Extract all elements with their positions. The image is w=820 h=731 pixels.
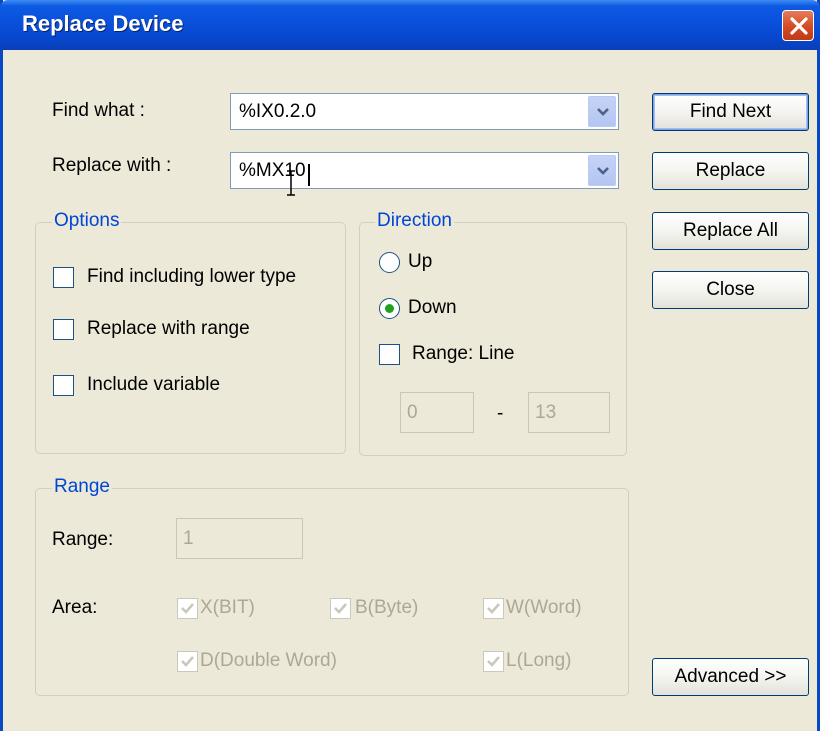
range-value: 1: [183, 528, 194, 549]
close-button[interactable]: Close: [652, 271, 809, 309]
line-to-value: 13: [535, 402, 557, 423]
range-line-checkbox[interactable]: [379, 344, 400, 365]
area-l-long-label: L(Long): [506, 650, 572, 671]
text-caret: [308, 164, 310, 186]
area-label: Area:: [52, 597, 98, 618]
area-l-long-checkbox[interactable]: [483, 651, 504, 672]
direction-up-label: Up: [408, 251, 433, 272]
direction-down-label: Down: [408, 297, 457, 318]
find-next-button[interactable]: Find Next: [652, 93, 809, 131]
close-icon: [790, 17, 808, 35]
replace-button[interactable]: Replace: [652, 152, 809, 190]
line-from-value: 0: [407, 402, 418, 423]
dialog-title: Replace Device: [22, 11, 184, 36]
find-including-lower-type-checkbox[interactable]: [53, 267, 74, 288]
replace-with-dropdown-button[interactable]: [588, 155, 616, 186]
radio-selected-dot: [385, 304, 394, 313]
line-from-input[interactable]: 0: [400, 392, 474, 433]
area-x-bit-checkbox[interactable]: [177, 598, 198, 619]
direction-group-title: Direction: [375, 210, 454, 232]
checkmark-icon: [181, 656, 194, 667]
area-w-word-checkbox[interactable]: [483, 598, 504, 619]
find-what-combo[interactable]: %IX0.2.0: [230, 93, 619, 130]
line-to-input[interactable]: 13: [528, 392, 610, 433]
replace-with-range-checkbox[interactable]: [53, 319, 74, 340]
include-variable-label: Include variable: [87, 374, 221, 395]
replace-all-button[interactable]: Replace All: [652, 212, 809, 250]
direction-down-radio[interactable]: [379, 298, 400, 319]
checkmark-icon: [487, 603, 500, 614]
area-b-byte-checkbox[interactable]: [330, 598, 351, 619]
range-label: Range:: [52, 529, 114, 550]
direction-up-radio[interactable]: [379, 252, 400, 273]
options-group-title: Options: [52, 210, 122, 232]
advanced-button[interactable]: Advanced >>: [652, 658, 809, 696]
find-what-dropdown-button[interactable]: [588, 96, 616, 127]
range-group-title: Range: [52, 476, 112, 498]
find-including-lower-type-label: Find including lower type: [87, 266, 297, 287]
checkmark-icon: [181, 603, 194, 614]
close-window-button[interactable]: [782, 10, 814, 41]
range-line-label: Range: Line: [412, 343, 515, 364]
range-value-input[interactable]: 1: [176, 518, 303, 559]
replace-with-label: Replace with :: [52, 155, 172, 176]
ibeam-cursor-icon: [287, 170, 295, 196]
line-range-separator: -: [497, 403, 504, 424]
area-d-double-word-checkbox[interactable]: [177, 651, 198, 672]
checkmark-icon: [487, 656, 500, 667]
area-d-double-word-label: D(Double Word): [200, 650, 337, 671]
area-w-word-label: W(Word): [506, 597, 582, 618]
title-bar[interactable]: Replace Device: [0, 0, 820, 50]
checkmark-icon: [334, 603, 347, 614]
find-what-label: Find what :: [52, 100, 145, 121]
find-what-value: %IX0.2.0: [239, 101, 317, 122]
include-variable-checkbox[interactable]: [53, 375, 74, 396]
replace-with-range-label: Replace with range: [87, 318, 250, 339]
area-x-bit-label: X(BIT): [200, 597, 255, 618]
replace-device-dialog: Replace Device Find what : %IX0.2.0 Repl…: [0, 0, 820, 731]
chevron-down-icon: [597, 108, 609, 116]
chevron-down-icon: [597, 167, 609, 175]
area-b-byte-label: B(Byte): [355, 597, 419, 618]
